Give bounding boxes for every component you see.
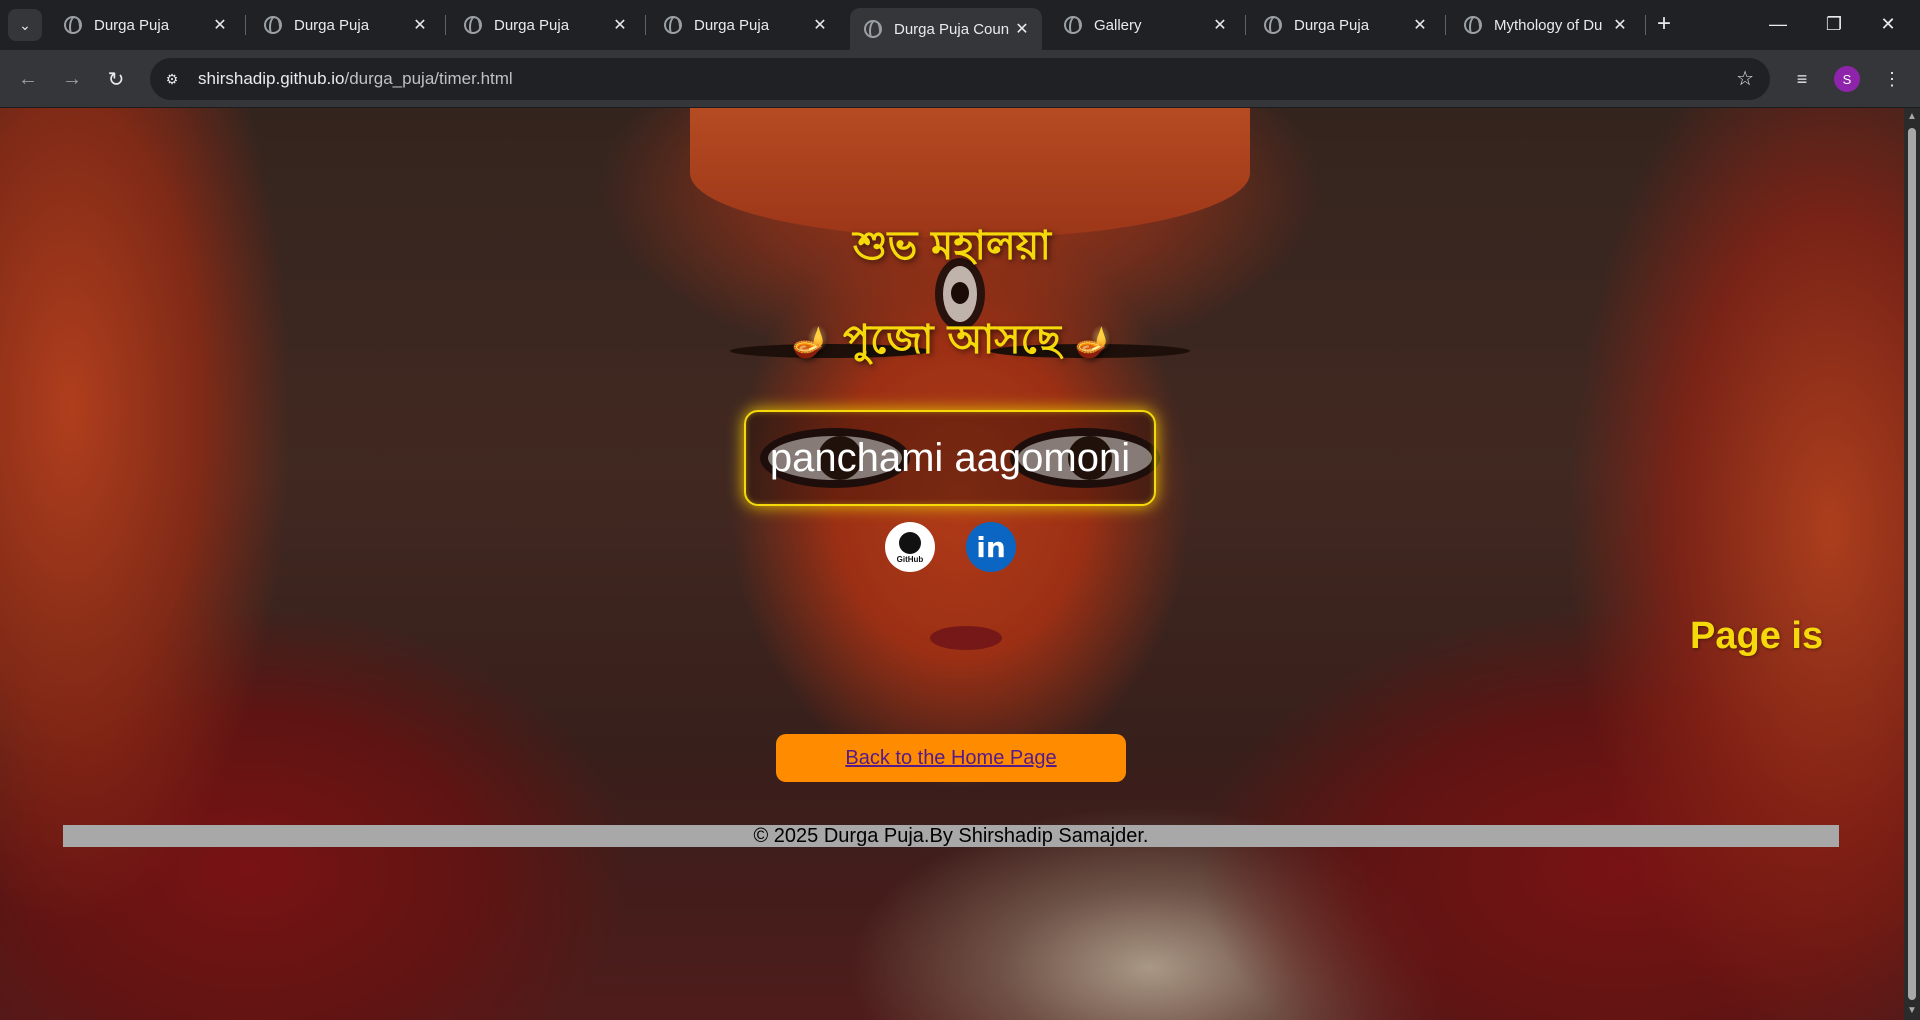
site-info-icon[interactable]: ⚙ (156, 63, 188, 95)
tab-durga-puja-countdown[interactable]: Durga Puja Coun ✕ (850, 8, 1042, 50)
tab-title: Durga Puja (494, 16, 570, 34)
url-host: shirshadip.github.io (198, 69, 345, 88)
page-footer: © 2025 Durga Puja.By Shirshadip Samajder… (63, 825, 1839, 847)
tab-separator (645, 15, 646, 35)
tab-durga-puja-3[interactable]: Durga Puja ✕ (450, 8, 640, 42)
tab-title: Durga Puja (294, 16, 370, 34)
tab-durga-puja-4[interactable]: Durga Puja ✕ (650, 8, 840, 42)
puja-coming-heading: 🪔 পুজো আসছে 🪔 (0, 308, 1904, 375)
playlist-icon: ≡ (1796, 68, 1808, 89)
globe-icon (64, 16, 82, 34)
url-path: /durga_puja/timer.html (344, 69, 513, 88)
media-controls-button[interactable]: ≡ (1786, 64, 1818, 94)
plus-icon: + (1656, 10, 1671, 37)
back-to-home-button[interactable]: Back to the Home Page (776, 734, 1126, 782)
close-icon[interactable]: ✕ (1608, 15, 1632, 35)
linkedin-icon: in (976, 530, 1006, 564)
tab-durga-puja-5[interactable]: Durga Puja ✕ (1250, 8, 1440, 42)
bookmark-star-icon[interactable]: ☆ (1736, 66, 1754, 91)
close-icon[interactable]: ✕ (1010, 19, 1034, 39)
tab-mythology[interactable]: Mythology of Du ✕ (1450, 8, 1640, 42)
restore-icon: ❐ (1825, 13, 1843, 34)
globe-icon (464, 16, 482, 34)
new-tab-button[interactable]: + (1650, 9, 1678, 39)
browser-menu-button[interactable]: ⋮ (1876, 64, 1908, 94)
tab-strip: ⌄ Durga Puja ✕ Durga Puja ✕ Durga Puja ✕… (0, 0, 1920, 50)
profile-button[interactable]: S (1831, 64, 1863, 94)
restore-button[interactable]: ❐ (1808, 6, 1860, 42)
tab-separator (1645, 15, 1646, 35)
close-icon[interactable]: ✕ (608, 15, 632, 35)
minimize-icon: — (1769, 13, 1787, 34)
tab-separator (245, 15, 246, 35)
puja-coming-text: পুজো আসছে (843, 317, 1061, 363)
globe-icon (864, 20, 882, 38)
more-vertical-icon: ⋮ (1883, 68, 1901, 89)
tab-title: Mythology of Du (1494, 16, 1603, 34)
reload-icon: ↻ (107, 68, 125, 91)
arrow-left-icon: ← (18, 67, 38, 90)
github-label: GitHub (896, 555, 924, 564)
tab-title: Durga Puja (1294, 16, 1370, 34)
close-icon[interactable]: ✕ (1208, 15, 1232, 35)
diya-icon: 🪔 (791, 324, 830, 360)
close-icon[interactable]: ✕ (1408, 15, 1432, 35)
forward-button[interactable]: → (56, 64, 88, 94)
globe-icon (664, 16, 682, 34)
tab-title: Durga Puja Coun (894, 20, 1010, 38)
reload-button[interactable]: ↻ (100, 64, 132, 94)
globe-icon (264, 16, 282, 34)
tab-search-button[interactable]: ⌄ (8, 9, 42, 41)
tab-gallery[interactable]: Gallery ✕ (1050, 8, 1240, 42)
tab-title: Durga Puja (694, 16, 770, 34)
tab-separator (1245, 15, 1246, 35)
scrolling-marquee-text: Page is (1690, 615, 1824, 657)
close-icon[interactable]: ✕ (408, 15, 432, 35)
tab-separator (445, 15, 446, 35)
tab-title: Gallery (1094, 16, 1142, 34)
browser-toolbar: ← → ↻ ⚙ shirshadip.github.io/durga_puja/… (0, 50, 1920, 108)
chevron-down-icon: ⌄ (19, 16, 31, 33)
close-icon[interactable]: ✕ (208, 15, 232, 35)
tab-durga-puja-2[interactable]: Durga Puja ✕ (250, 8, 440, 42)
github-link[interactable]: GitHub (885, 522, 935, 572)
globe-icon (1464, 16, 1482, 34)
url-text[interactable]: shirshadip.github.io/durga_puja/timer.ht… (198, 69, 513, 89)
scroll-down-icon[interactable]: ▼ (1907, 1006, 1917, 1016)
close-window-button[interactable]: ✕ (1862, 6, 1914, 42)
close-icon[interactable]: ✕ (808, 15, 832, 35)
vertical-scrollbar[interactable]: ▲ ▼ (1904, 108, 1920, 1020)
countdown-display: panchami aagomoni (744, 410, 1156, 506)
greeting-heading: শুভ মহালয়া (853, 223, 1051, 269)
diya-icon: 🪔 (1074, 324, 1113, 360)
minimize-button[interactable]: — (1752, 6, 1804, 42)
linkedin-link[interactable]: in (966, 522, 1016, 572)
arrow-right-icon: → (62, 67, 82, 90)
tab-title: Durga Puja (94, 16, 170, 34)
github-icon (899, 532, 921, 554)
globe-icon (1264, 16, 1282, 34)
tab-separator (1445, 15, 1446, 35)
scrollbar-thumb[interactable] (1908, 128, 1916, 1000)
close-icon: ✕ (1880, 13, 1896, 34)
page-viewport: শুভ মহালয়া 🪔 পুজো আসছে 🪔 panchami aagom… (0, 108, 1904, 1020)
address-bar[interactable]: ⚙ shirshadip.github.io/durga_puja/timer.… (150, 58, 1770, 100)
globe-icon (1064, 16, 1082, 34)
back-button[interactable]: ← (12, 64, 44, 94)
tab-durga-puja-1[interactable]: Durga Puja ✕ (50, 8, 240, 42)
avatar: S (1834, 66, 1860, 92)
scroll-up-icon[interactable]: ▲ (1907, 112, 1917, 122)
